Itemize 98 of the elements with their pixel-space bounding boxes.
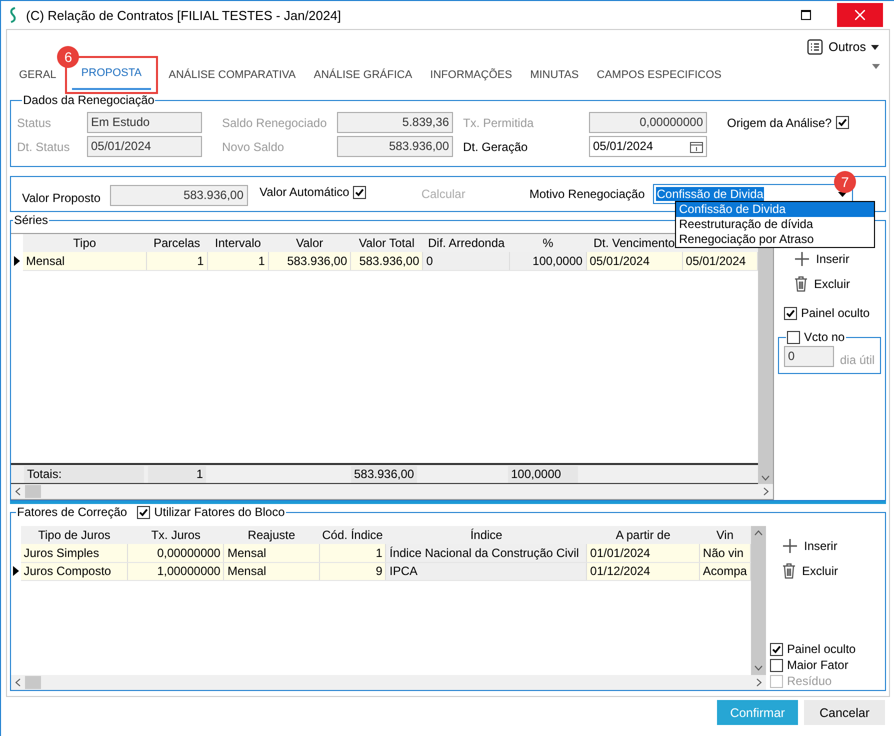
- group-title: Fatores de Correção: [17, 505, 128, 519]
- table-cell: 1,00000000: [128, 562, 224, 580]
- table-cell: 1: [146, 252, 208, 270]
- table-cell: Mensal: [23, 252, 146, 270]
- group-title: Séries: [13, 213, 50, 227]
- checkbox[interactable]: [770, 658, 783, 672]
- tab[interactable]: ANÁLISE COMPARATIVA: [160, 66, 305, 92]
- caret-icon: [872, 64, 880, 69]
- table-cell: Mensal: [224, 562, 320, 580]
- caret-icon: [871, 44, 879, 50]
- table-cell: 05/01/2024: [682, 252, 758, 270]
- field-label: Valor Proposto: [22, 191, 100, 205]
- checkbox[interactable]: [137, 506, 150, 518]
- maximize-icon: [801, 10, 811, 20]
- tab[interactable]: MINUTAS: [521, 66, 588, 92]
- outros-menu-button[interactable]: Outros: [807, 34, 879, 60]
- action-button[interactable]: Inserir: [780, 536, 885, 556]
- field-label: Status: [17, 116, 52, 130]
- action-button[interactable]: Excluir: [792, 274, 885, 294]
- column-header[interactable]: %: [542, 236, 554, 250]
- table-cell: 100,0000: [508, 466, 578, 482]
- field-label: Tx. Permitida: [463, 116, 535, 130]
- table-cell: 01/01/2024: [586, 544, 700, 562]
- close-icon: [855, 10, 865, 20]
- tab[interactable]: CAMPOS ESPECIFICOS: [588, 66, 730, 92]
- table-cell: 05/01/2024: [586, 252, 682, 270]
- dropdown-option[interactable]: Confissão de Divida: [676, 202, 874, 217]
- table-cell: Totais:: [24, 466, 144, 482]
- checkbox-label: Origem da Análise?: [727, 116, 832, 130]
- action-button[interactable]: Excluir: [780, 561, 885, 581]
- table-cell: Índice Nacional da Construção Civil: [386, 544, 587, 562]
- field-label: Novo Saldo: [222, 140, 286, 154]
- list-icon: [807, 39, 824, 55]
- action-button[interactable]: Inserir: [792, 249, 885, 269]
- table-cell: 100,0000: [510, 252, 586, 270]
- column-header[interactable]: Índice: [470, 528, 502, 542]
- table-cell: 0,00000000: [128, 544, 224, 562]
- table-cell: IPCA: [386, 562, 587, 580]
- plus-icon: [794, 251, 810, 267]
- checkbox[interactable]: [353, 186, 366, 198]
- table-cell: 583.936,00: [351, 466, 417, 482]
- tab[interactable]: ANÁLISE GRÁFICA: [304, 66, 422, 92]
- table-cell: Mensal: [224, 544, 320, 562]
- table-cell: Juros Simples: [20, 544, 128, 562]
- tab[interactable]: INFORMAÇÕES: [421, 66, 522, 92]
- table-cell: 01/12/2024: [586, 562, 700, 580]
- calendar-icon: [690, 140, 703, 152]
- vertical-scrollbar[interactable]: [751, 526, 766, 675]
- input-field[interactable]: 0: [784, 346, 834, 367]
- caret-icon: [15, 487, 21, 496]
- checkbox[interactable]: [784, 306, 797, 320]
- table-cell: 9: [319, 562, 386, 580]
- dropdown-option[interactable]: Renegociação por Atraso: [676, 232, 874, 247]
- caret-icon: [754, 530, 763, 536]
- field-label: Motivo Renegociação: [529, 187, 645, 201]
- tab[interactable]: GERAL: [10, 66, 66, 92]
- window-title: (C) Relação de Contratos [FILIAL TESTES - Jan/2024]: [26, 8, 342, 22]
- dropdown-option[interactable]: Reestruturação de dívida: [676, 217, 874, 232]
- input-field[interactable]: 05/01/2024: [589, 136, 707, 157]
- plus-icon: [782, 538, 798, 554]
- close-button[interactable]: [837, 3, 883, 27]
- scrollbar-thumb[interactable]: [25, 676, 41, 689]
- callout-badge: 6: [57, 46, 80, 68]
- checkbox-label: Painel oculto: [801, 306, 870, 320]
- checkbox-label: Painel oculto: [787, 642, 856, 656]
- checkbox-label: Vcto no: [804, 330, 845, 344]
- scrollbar-thumb[interactable]: [25, 485, 41, 498]
- table-cell: Juros Composto: [20, 562, 128, 580]
- checkbox[interactable]: [770, 642, 783, 656]
- field-label: Dt. Status: [17, 140, 71, 154]
- horizontal-scrollbar[interactable]: [11, 484, 773, 499]
- field-label: Dt. Geração: [463, 140, 529, 154]
- table-cell: Não vin: [699, 544, 750, 562]
- app-logo-icon: [8, 7, 18, 23]
- field-suffix: dia útil: [840, 353, 875, 367]
- cancel-button[interactable]: Cancelar: [804, 700, 885, 725]
- trash-icon: [794, 276, 808, 292]
- trash-icon: [782, 563, 796, 579]
- checkbox[interactable]: [836, 116, 849, 129]
- input-field[interactable]: 583.936,00: [110, 185, 248, 206]
- checkbox-label: Utilizar Fatores do Bloco: [154, 505, 285, 519]
- table-cell: 1: [319, 544, 386, 562]
- group-title: Dados da Renegociação: [22, 93, 156, 107]
- checkbox-label: Resíduo: [787, 674, 832, 688]
- field-label: Saldo Renegociado: [222, 116, 328, 130]
- caret-icon: [15, 678, 21, 687]
- table-cell: 0: [422, 252, 510, 270]
- table-cell: 1: [148, 466, 206, 482]
- checkbox-label: Maior Fator: [787, 658, 848, 672]
- checkbox[interactable]: [787, 330, 800, 344]
- table-cell: Acompa: [699, 562, 750, 580]
- table-cell: 583.936,00: [350, 252, 423, 270]
- callout-badge: 7: [834, 171, 856, 193]
- column-header[interactable]: Tipo: [73, 236, 96, 250]
- checkbox-label: Valor Automático: [260, 185, 350, 199]
- horizontal-scrollbar[interactable]: [11, 675, 766, 690]
- table-cell: 583.936,00: [268, 252, 351, 270]
- table-cell: 1: [207, 252, 268, 270]
